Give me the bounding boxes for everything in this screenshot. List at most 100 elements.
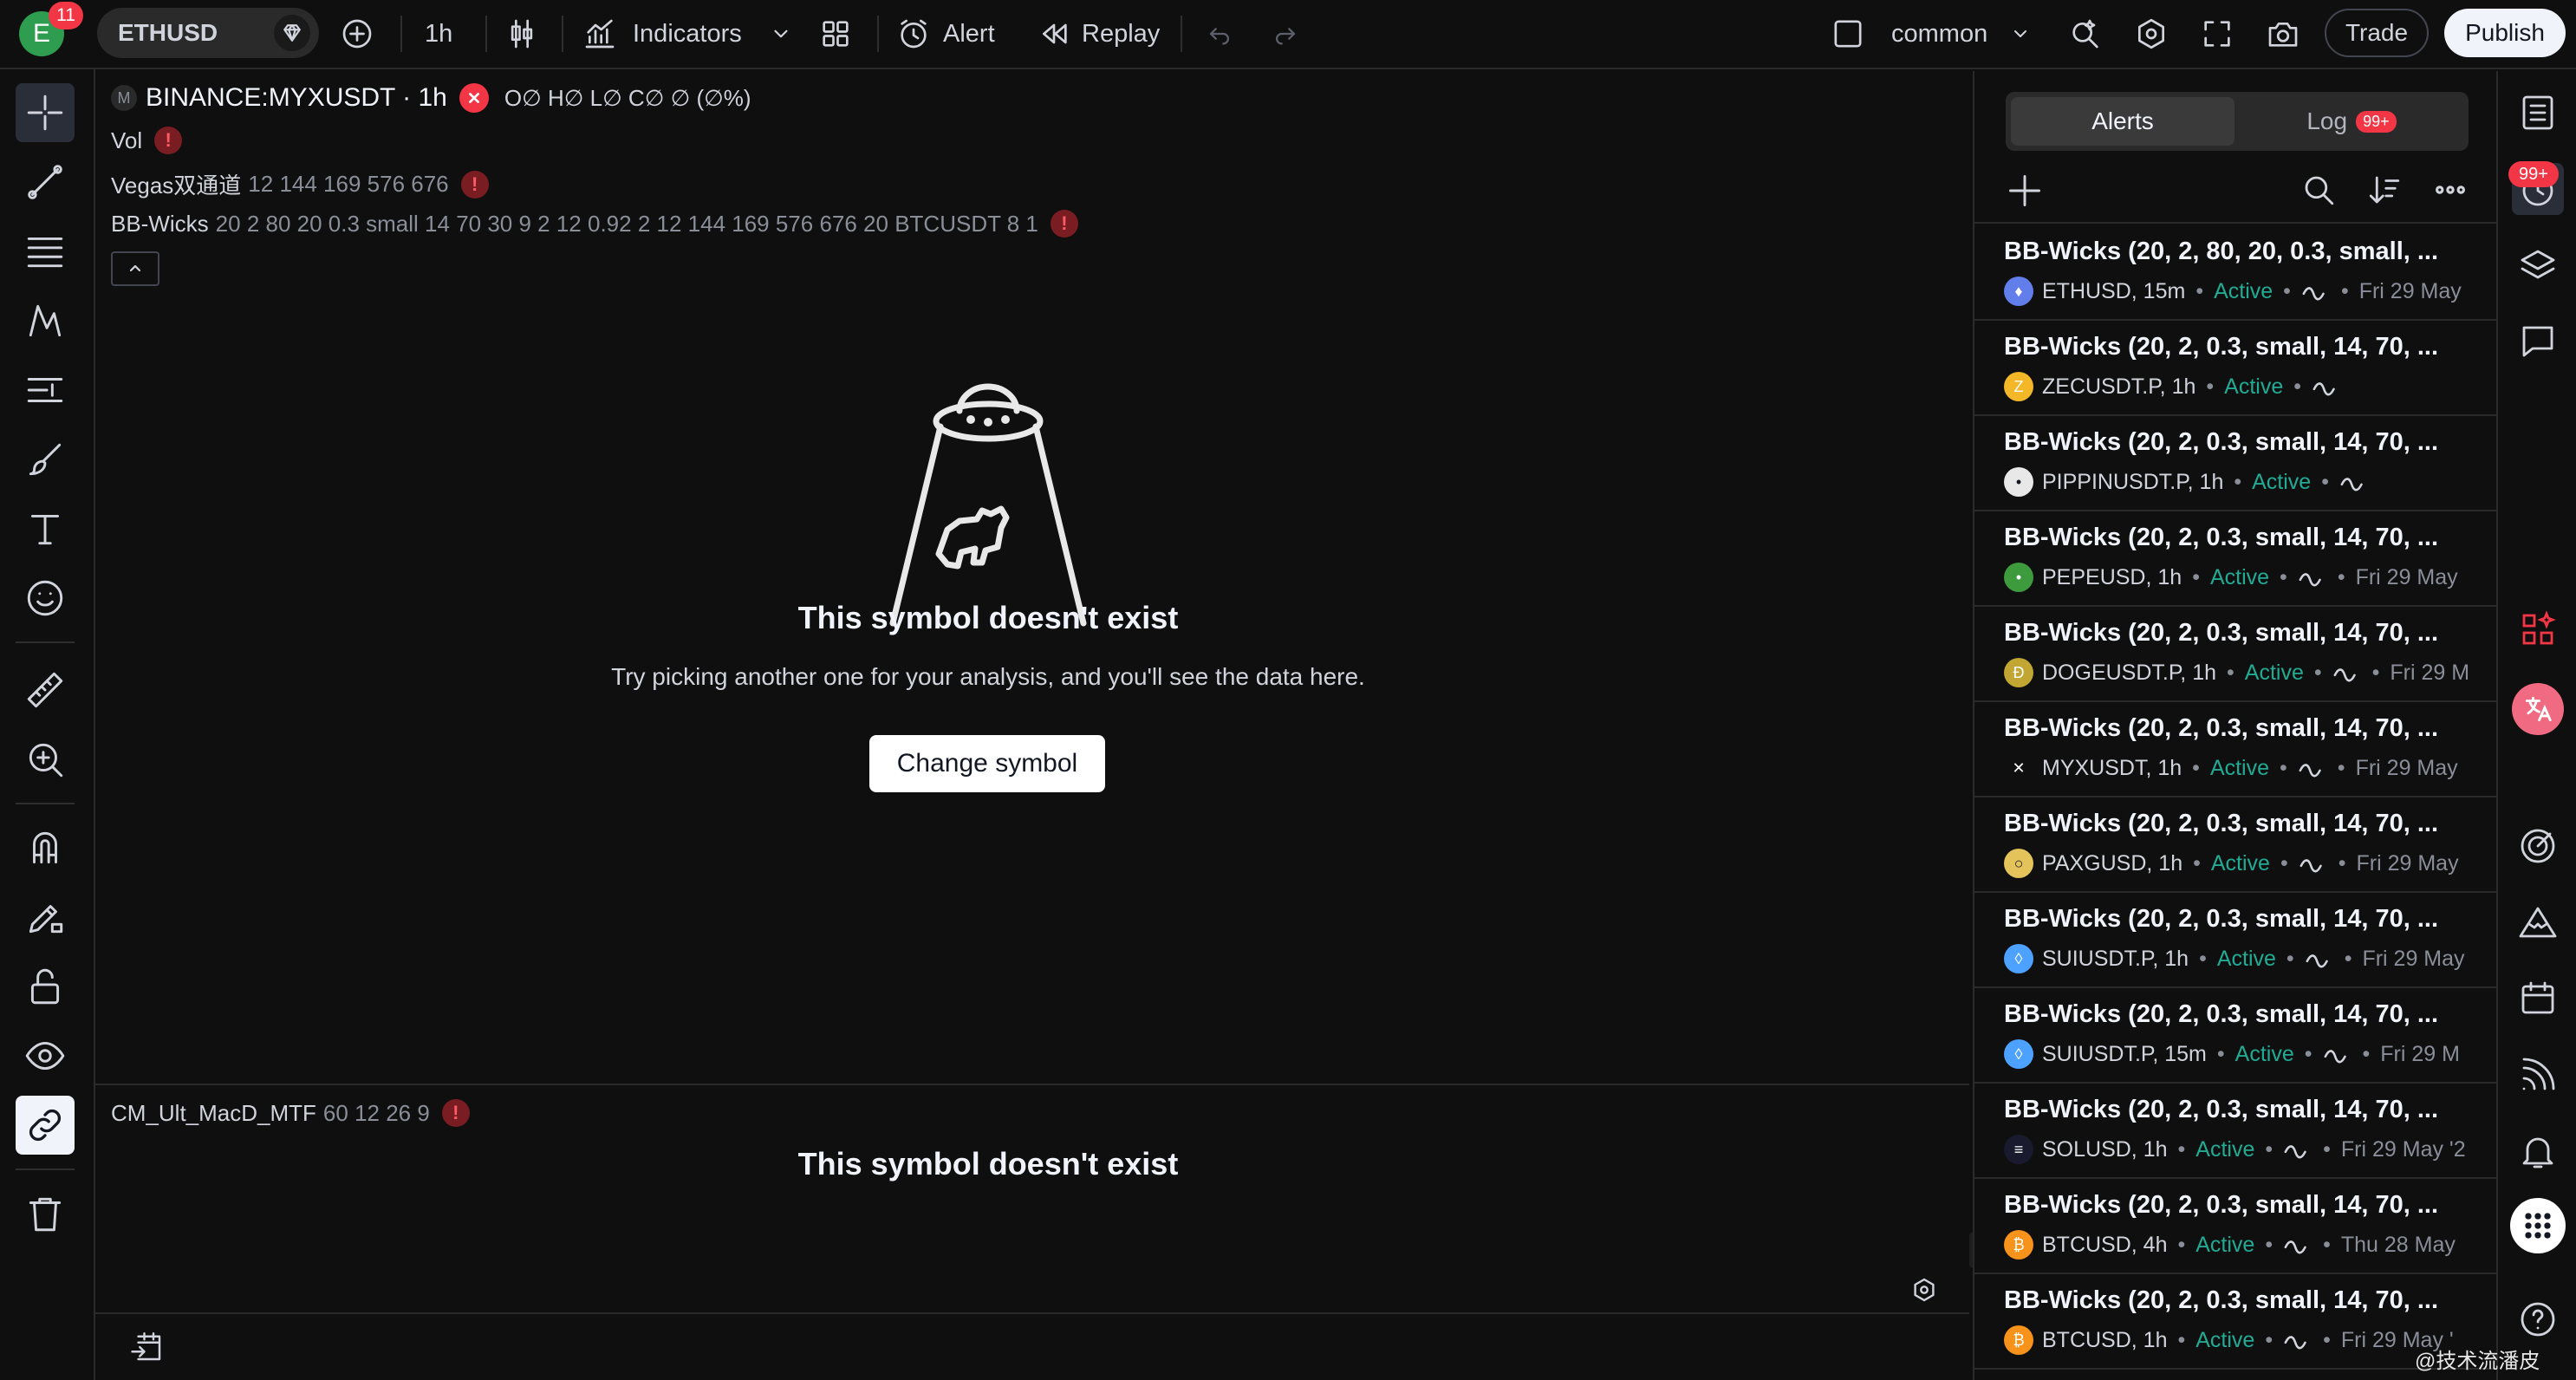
notifications-button[interactable] [2512, 1125, 2564, 1177]
calendar-button[interactable] [2512, 973, 2564, 1025]
top-toolbar: E 11 ETHUSD 1h Indicators Alert Replay c… [0, 0, 2576, 69]
undo-button[interactable] [1205, 0, 1234, 68]
chevron-down-icon [2014, 30, 2027, 37]
alert-list-item[interactable]: BB-Wicks (20, 2, 0.3, small, 14, 70, ...… [1974, 1082, 2496, 1179]
alert-list-item[interactable]: BB-Wicks (20, 2, 0.3, small, 14, 70, ...… [1974, 796, 2496, 893]
error-icon[interactable]: ! [441, 1099, 470, 1127]
zoom-tool[interactable] [16, 730, 75, 789]
alert-date: Fri 29 M [2380, 1041, 2460, 1066]
remove-drawings-tool[interactable] [16, 1184, 75, 1243]
watchlist-button[interactable] [2512, 87, 2564, 139]
translate-button[interactable] [2512, 683, 2564, 735]
templates-button[interactable] [818, 0, 853, 68]
error-close-icon[interactable] [459, 83, 489, 113]
forecast-tool[interactable] [16, 361, 75, 420]
brush-tool[interactable] [16, 430, 75, 489]
sort-alerts-button[interactable] [2366, 172, 2404, 210]
lock-all-tool[interactable] [16, 957, 75, 1016]
chart-settings-button[interactable] [1907, 1273, 1942, 1307]
separator-dot: • [2199, 946, 2207, 971]
products-button[interactable] [2510, 1198, 2566, 1253]
help-circle-icon [2521, 1302, 2555, 1337]
interval-button[interactable]: 1h [425, 0, 452, 68]
indicator-legend-vol[interactable]: Vol ! [111, 127, 183, 154]
error-icon[interactable]: ! [154, 127, 183, 154]
alert-list-item[interactable]: BB-Wicks (20, 2, 0.3, small, 14, 70, ...… [1974, 700, 2496, 797]
quick-search-button[interactable] [2068, 0, 2103, 68]
alert-list-item[interactable]: BB-Wicks (20, 2, 80, 20, 0.3, small, ...… [1974, 224, 2496, 321]
tab-alerts[interactable]: Alerts [2011, 97, 2234, 146]
symbol-search-button[interactable]: ETHUSD [97, 8, 319, 58]
alert-list-item[interactable]: BB-Wicks (20, 2, 0.3, small, 14, 70, ...… [1974, 319, 2496, 416]
tab-log[interactable]: Log 99+ [2240, 97, 2463, 146]
collapse-legend-button[interactable] [111, 251, 159, 286]
snapshot-button[interactable] [2266, 0, 2300, 68]
wave-icon [2299, 573, 2321, 587]
text-tool[interactable] [16, 499, 75, 558]
help-button[interactable] [2512, 1293, 2564, 1345]
alert-symbol: MYXUSDT, 1h [2042, 755, 2182, 780]
alert-list-item[interactable]: BB-Wicks (20, 2, 0.3, small, 14, 70, ...… [1974, 986, 2496, 1084]
separator-dot: • [2283, 278, 2291, 303]
hide-drawings-tool[interactable] [16, 1026, 75, 1085]
alert-list-item[interactable]: BB-Wicks (20, 2, 0.3, small, 14, 70, ...… [1974, 605, 2496, 702]
object-tree-button[interactable] [2512, 239, 2564, 291]
ruler-tool[interactable] [16, 661, 75, 719]
lock-drawing-tool[interactable] [16, 888, 75, 947]
error-icon[interactable]: ! [1050, 210, 1078, 238]
fib-tool[interactable] [16, 222, 75, 281]
indicators-dropdown[interactable] [770, 0, 792, 68]
compare-symbol-button[interactable] [340, 0, 374, 68]
trend-line-tool[interactable] [16, 153, 75, 212]
change-symbol-button[interactable]: Change symbol [869, 735, 1105, 792]
replay-button[interactable]: Replay [1037, 0, 1160, 68]
alert-button[interactable]: Alert [896, 0, 995, 68]
publish-button[interactable]: Publish [2444, 9, 2566, 57]
indicator-legend-vegas[interactable]: Vegas双通道 12 144 169 576 676 ! [111, 168, 489, 200]
ideas-button[interactable] [2512, 896, 2564, 948]
fullscreen-button[interactable] [2200, 0, 2234, 68]
chart-type-button[interactable] [504, 0, 539, 68]
indicator-legend-bbwicks[interactable]: BB-Wicks 20 2 80 20 0.3 small 14 70 30 9… [111, 210, 1078, 238]
layout-name-button[interactable]: common [1891, 0, 2031, 68]
go-to-date-button[interactable] [125, 1325, 170, 1370]
wave-icon [2333, 668, 2356, 682]
alert-title: BB-Wicks (20, 2, 0.3, small, 14, 70, ... [2004, 1000, 2439, 1028]
settings-button[interactable] [2134, 0, 2169, 68]
main-series-legend[interactable]: M BINANCE:MYXUSDT · 1h O∅ H∅ L∅ C∅ ∅ (∅%… [111, 83, 751, 113]
chats-button[interactable] [2512, 316, 2564, 368]
alert-list-item[interactable]: BB-Wicks (20, 2, 0.3, small, 14, 70, ...… [1974, 414, 2496, 511]
pattern-tool[interactable] [16, 291, 75, 350]
emoji-tool[interactable] [16, 569, 75, 628]
apps-button[interactable] [2512, 603, 2564, 655]
indicators-button[interactable]: Indicators [582, 0, 742, 68]
pane-separator[interactable] [95, 1084, 1969, 1085]
list-icon [2522, 95, 2553, 130]
trade-button[interactable]: Trade [2325, 9, 2429, 57]
search-alerts-button[interactable] [2300, 172, 2339, 210]
wave-icon [2299, 764, 2321, 778]
separator-dot: • [2337, 755, 2345, 780]
indicator-name: Vegas双通道 [111, 172, 242, 199]
separator-dot: • [2227, 660, 2234, 685]
create-alert-button[interactable] [2006, 172, 2044, 210]
target-button[interactable] [2512, 820, 2564, 872]
news-button[interactable] [2512, 1049, 2564, 1101]
indicator-legend-macd[interactable]: CM_Ult_MacD_MTF 60 12 26 9 ! [111, 1099, 470, 1127]
wave-icon [2284, 1240, 2306, 1254]
layout-button[interactable] [1831, 0, 1865, 68]
redo-button[interactable] [1271, 0, 1300, 68]
magnet-tool[interactable] [16, 818, 75, 877]
alert-date: Fri 29 M [2390, 660, 2470, 685]
alert-list-item[interactable]: BB-Wicks (20, 2, 0.3, small, 14, 70, ...… [1974, 1177, 2496, 1274]
separator-dot: • [2337, 564, 2345, 589]
dots-grid-icon [2525, 1213, 2551, 1239]
chart-area[interactable]: M BINANCE:MYXUSDT · 1h O∅ H∅ L∅ C∅ ∅ (∅%… [95, 71, 1980, 1380]
crosshair-tool[interactable] [16, 83, 75, 142]
alert-list-item[interactable]: BB-Wicks (20, 2, 0.3, small, 14, 70, ...… [1974, 510, 2496, 607]
alerts-more-button[interactable] [2432, 172, 2470, 210]
sync-drawings-tool[interactable] [16, 1096, 75, 1155]
alert-list-item[interactable]: BB-Wicks (20, 2, 0.3, small, 14, 70, ...… [1974, 891, 2496, 988]
diamond-icon[interactable] [274, 15, 310, 51]
error-icon[interactable]: ! [460, 170, 489, 199]
